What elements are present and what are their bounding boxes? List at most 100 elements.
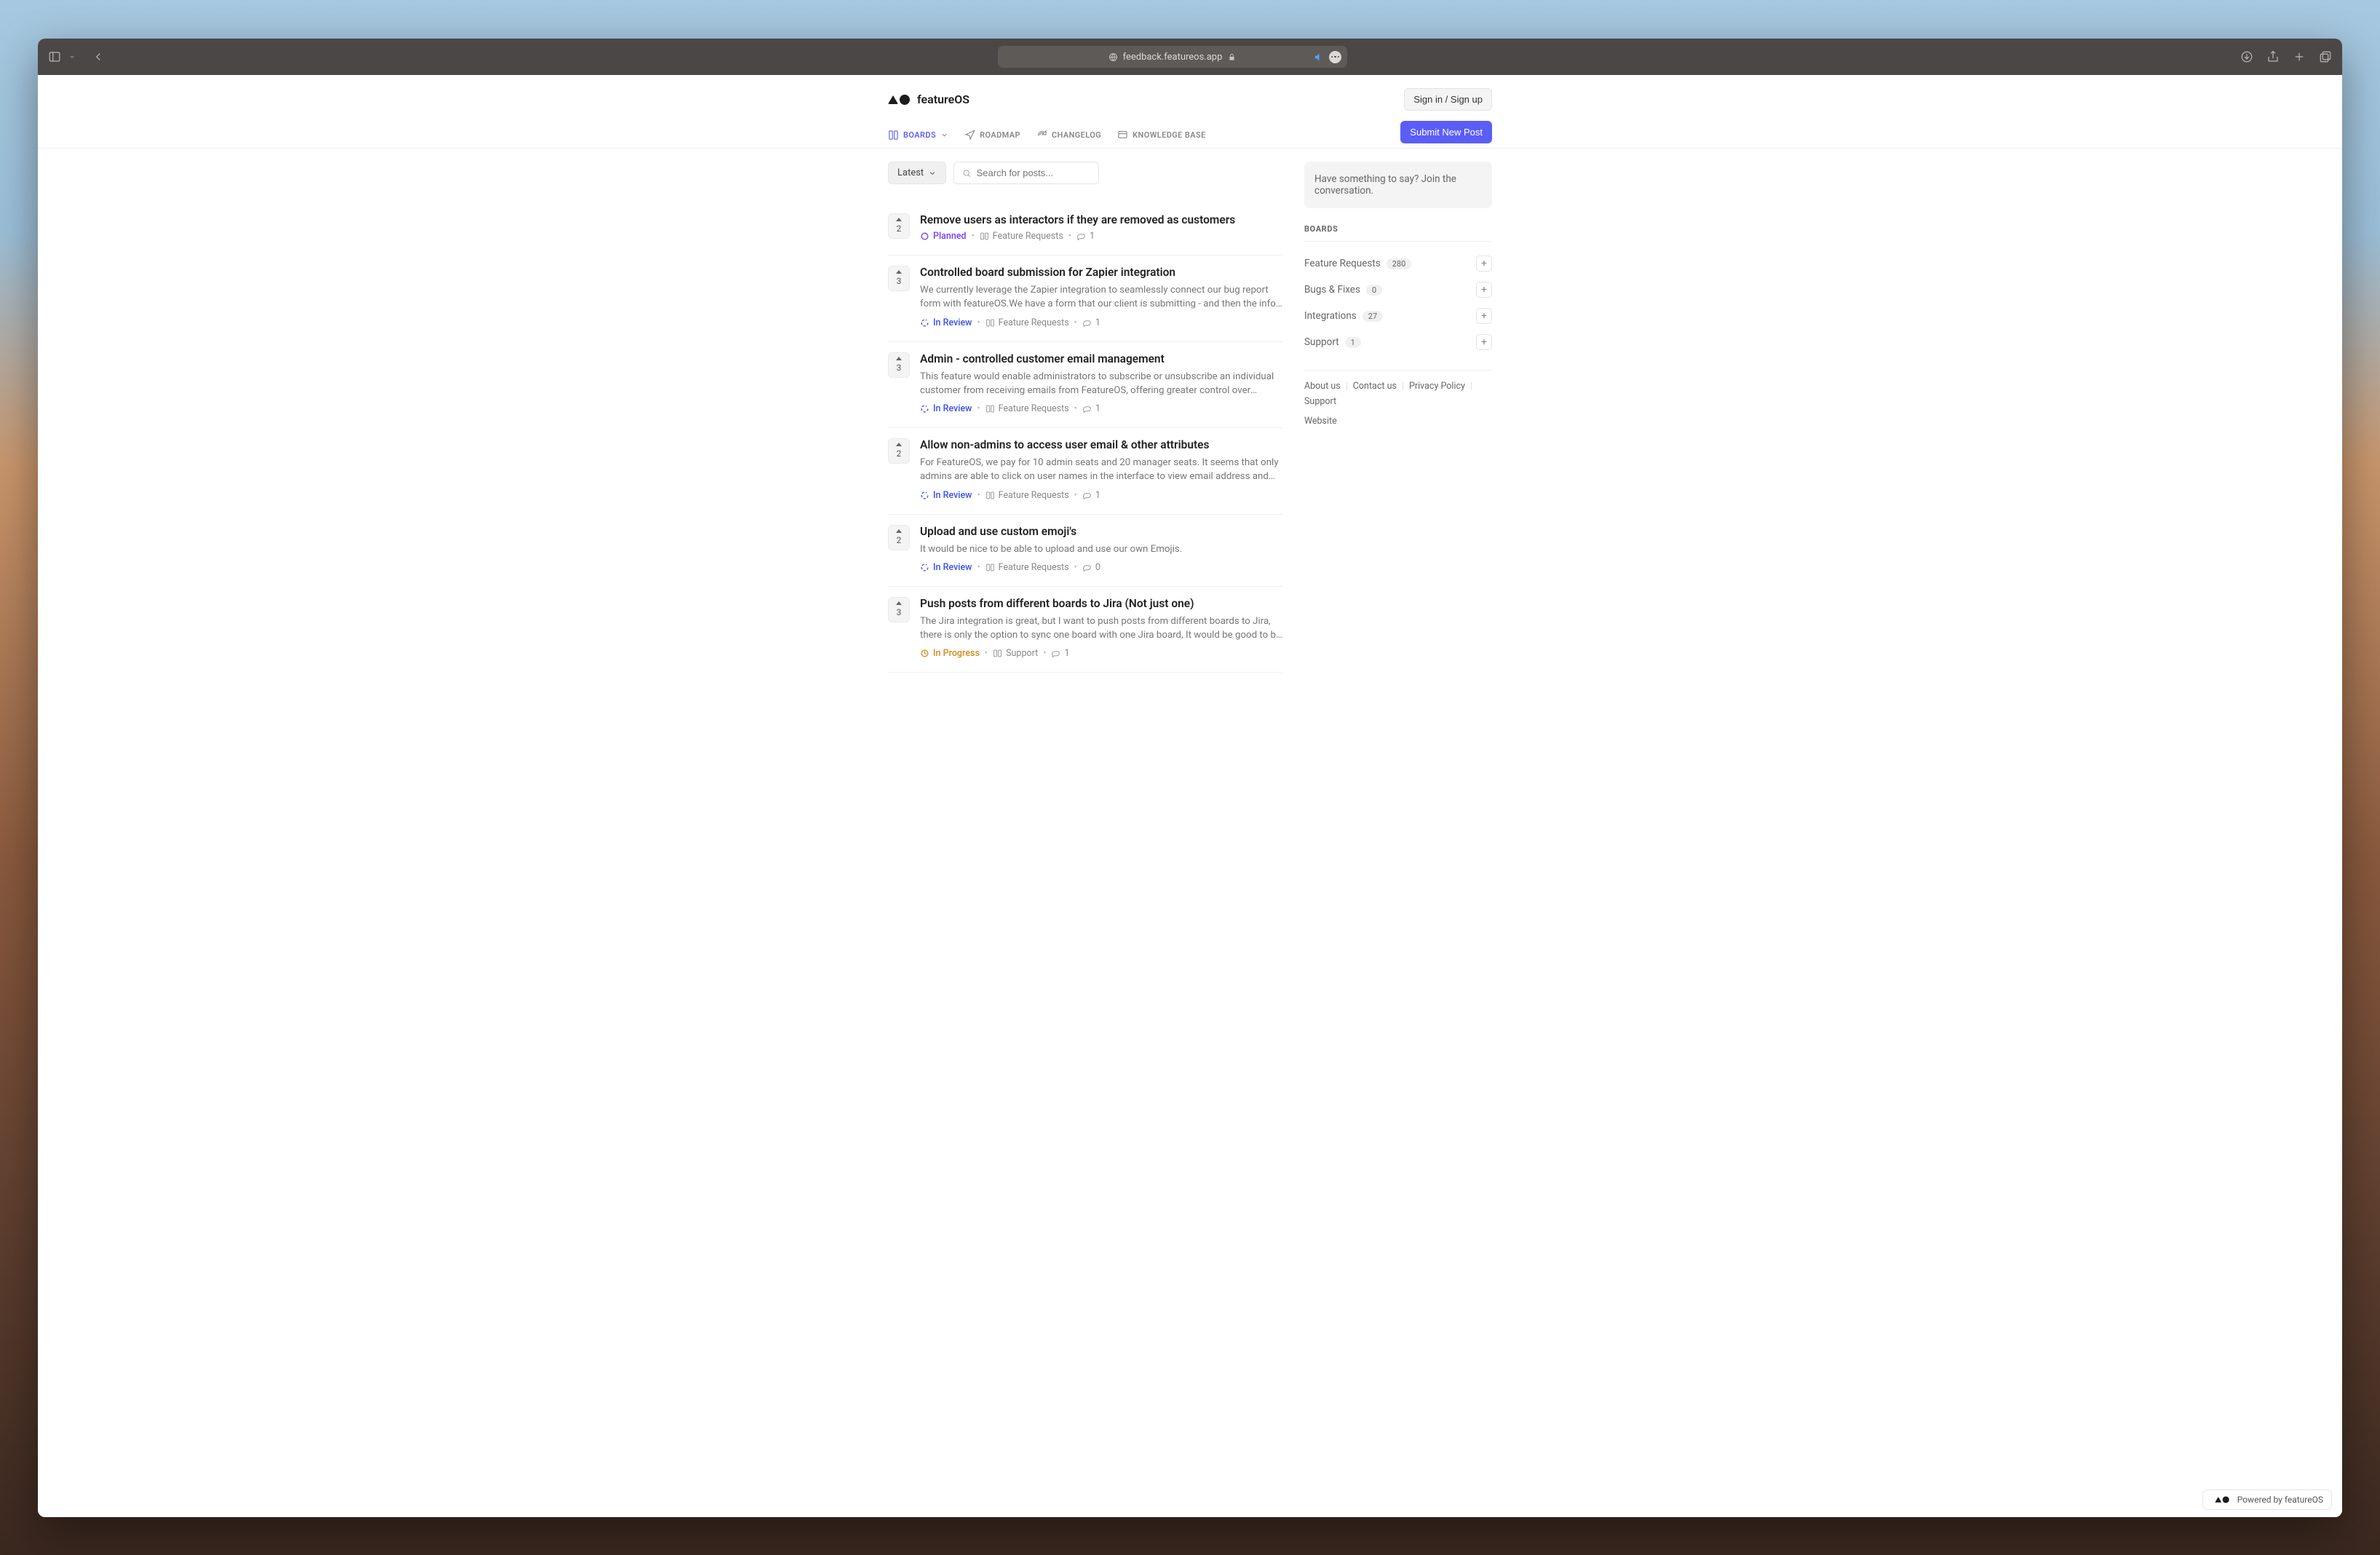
post-item: 3 Controlled board submission for Zapier …	[888, 256, 1282, 342]
nav-boards[interactable]: BOARDS	[888, 122, 948, 148]
caret-up-icon	[896, 357, 902, 360]
post-title[interactable]: Admin - controlled customer email manage…	[920, 352, 1282, 365]
upvote-button[interactable]: 3	[888, 266, 910, 291]
search-box[interactable]	[953, 162, 1099, 184]
post-comments[interactable]: 1	[1076, 231, 1095, 242]
board-name: Feature Requests	[1304, 258, 1381, 269]
new-tab-icon[interactable]	[2293, 50, 2306, 63]
post-title[interactable]: Allow non-admins to access user email & …	[920, 438, 1282, 451]
page-header: featureOS Sign in / Sign up	[888, 75, 1492, 121]
url-bar[interactable]: feedback.featureos.app	[998, 46, 1347, 68]
caret-up-icon	[896, 218, 902, 221]
vote-count: 3	[897, 363, 902, 373]
footer-website[interactable]: Website	[1304, 416, 1337, 427]
post-item: 2 Remove users as interactors if they are…	[888, 203, 1282, 256]
post-comments[interactable]: 0	[1082, 562, 1100, 573]
dropdown-caret-icon[interactable]	[68, 50, 76, 63]
sort-latest-button[interactable]: Latest	[888, 162, 946, 184]
footer-privacy[interactable]: Privacy Policy	[1409, 381, 1465, 392]
signin-button[interactable]: Sign in / Sign up	[1404, 88, 1492, 111]
upvote-button[interactable]: 2	[888, 213, 910, 239]
nav-roadmap[interactable]: ROADMAP	[964, 122, 1020, 148]
post-comments[interactable]: 1	[1082, 490, 1100, 501]
board-row[interactable]: Bugs & Fixes0+	[1304, 277, 1492, 303]
footer-contact[interactable]: Contact us	[1353, 381, 1397, 392]
brand-name: featureOS	[917, 92, 969, 106]
post-comments[interactable]: 1	[1051, 648, 1069, 659]
site-settings-icon	[1108, 52, 1119, 63]
add-post-button[interactable]: +	[1476, 256, 1492, 272]
posts-column: Latest 2 Remove users as interactors if t…	[888, 162, 1282, 673]
downloads-icon[interactable]	[2240, 50, 2253, 63]
main-nav: BOARDS ROADMAP CHANGELOG KNOWLEDGE BASE	[888, 122, 1400, 148]
add-post-button[interactable]: +	[1476, 282, 1492, 298]
caret-up-icon	[896, 270, 902, 274]
post-status: Planned	[920, 231, 967, 242]
upvote-button[interactable]: 3	[888, 352, 910, 378]
upvote-button[interactable]: 2	[888, 438, 910, 464]
tabs-icon[interactable]	[2319, 50, 2332, 63]
nav-knowledge-base[interactable]: KNOWLEDGE BASE	[1117, 122, 1206, 148]
post-board[interactable]: Feature Requests	[985, 562, 1069, 573]
conversation-prompt[interactable]: Have something to say? Join the conversa…	[1304, 162, 1492, 208]
post-board[interactable]: Feature Requests	[985, 317, 1069, 328]
sidebar-toggle-icon[interactable]	[48, 50, 61, 63]
post-description: We currently leverage the Zapier integra…	[920, 283, 1282, 312]
post-item: 2 Upload and use custom emoji's It would b…	[888, 515, 1282, 587]
vote-count: 2	[897, 535, 902, 545]
nav-changelog[interactable]: CHANGELOG	[1036, 122, 1101, 148]
board-row[interactable]: Support1+	[1304, 329, 1492, 355]
sidebar-column: Have something to say? Join the conversa…	[1304, 162, 1492, 673]
caret-up-icon	[896, 529, 902, 533]
upvote-button[interactable]: 2	[888, 525, 910, 550]
add-post-button[interactable]: +	[1476, 308, 1492, 324]
audio-icon[interactable]	[1314, 52, 1325, 63]
share-icon[interactable]	[2266, 50, 2280, 63]
add-post-button[interactable]: +	[1476, 334, 1492, 350]
post-board[interactable]: Support	[993, 648, 1038, 659]
powered-by-badge[interactable]: Powered by featureOS	[2202, 1489, 2332, 1510]
brand-logo[interactable]: featureOS	[888, 92, 969, 106]
post-description: It would be nice to be able to upload an…	[920, 542, 1282, 556]
footer-support[interactable]: Support	[1304, 396, 1336, 407]
post-title[interactable]: Remove users as interactors if they are …	[920, 213, 1282, 226]
caret-up-icon	[896, 601, 902, 605]
upvote-button[interactable]: 3	[888, 597, 910, 622]
logo-mark-icon	[888, 95, 910, 105]
post-description: For FeatureOS, we pay for 10 admin seats…	[920, 456, 1282, 484]
submit-post-button[interactable]: Submit New Post	[1400, 121, 1492, 143]
post-board[interactable]: Feature Requests	[980, 231, 1063, 242]
post-meta: In Review•Feature Requests•0	[920, 562, 1282, 573]
post-title[interactable]: Push posts from different boards to Jira…	[920, 597, 1282, 610]
vote-count: 2	[897, 448, 902, 459]
post-meta: Planned•Feature Requests•1	[920, 231, 1282, 242]
post-comments[interactable]: 1	[1082, 403, 1100, 414]
lock-icon	[1226, 52, 1237, 63]
vote-count: 3	[897, 276, 902, 286]
back-icon[interactable]	[92, 50, 105, 63]
browser-window: feedback.featureos.app	[38, 39, 2342, 1517]
post-item: 3 Push posts from different boards to Jir…	[888, 587, 1282, 673]
post-status: In Progress	[920, 648, 980, 659]
post-comments[interactable]: 1	[1082, 317, 1100, 328]
post-status: In Review	[920, 490, 972, 501]
post-board[interactable]: Feature Requests	[985, 403, 1069, 414]
footer-links: About us| Contact us| Privacy Policy| Su…	[1304, 370, 1492, 427]
boards-heading: BOARDS	[1304, 224, 1492, 242]
board-row[interactable]: Feature Requests280+	[1304, 250, 1492, 277]
board-row[interactable]: Integrations27+	[1304, 303, 1492, 329]
board-name: Bugs & Fixes	[1304, 284, 1360, 296]
post-board[interactable]: Feature Requests	[985, 490, 1069, 501]
post-status: In Review	[920, 317, 972, 328]
board-count: 27	[1362, 311, 1383, 322]
post-meta: In Review•Feature Requests•1	[920, 403, 1282, 414]
post-item: 3 Admin - controlled customer email manag…	[888, 342, 1282, 429]
post-title[interactable]: Upload and use custom emoji's	[920, 525, 1282, 538]
caret-up-icon	[896, 443, 902, 446]
more-icon[interactable]	[1329, 51, 1341, 63]
search-input[interactable]	[977, 167, 1091, 178]
logo-mark-icon	[2215, 1496, 2229, 1503]
footer-about[interactable]: About us	[1304, 381, 1341, 392]
url-text: feedback.featureos.app	[1123, 52, 1223, 63]
post-title[interactable]: Controlled board submission for Zapier i…	[920, 266, 1282, 279]
